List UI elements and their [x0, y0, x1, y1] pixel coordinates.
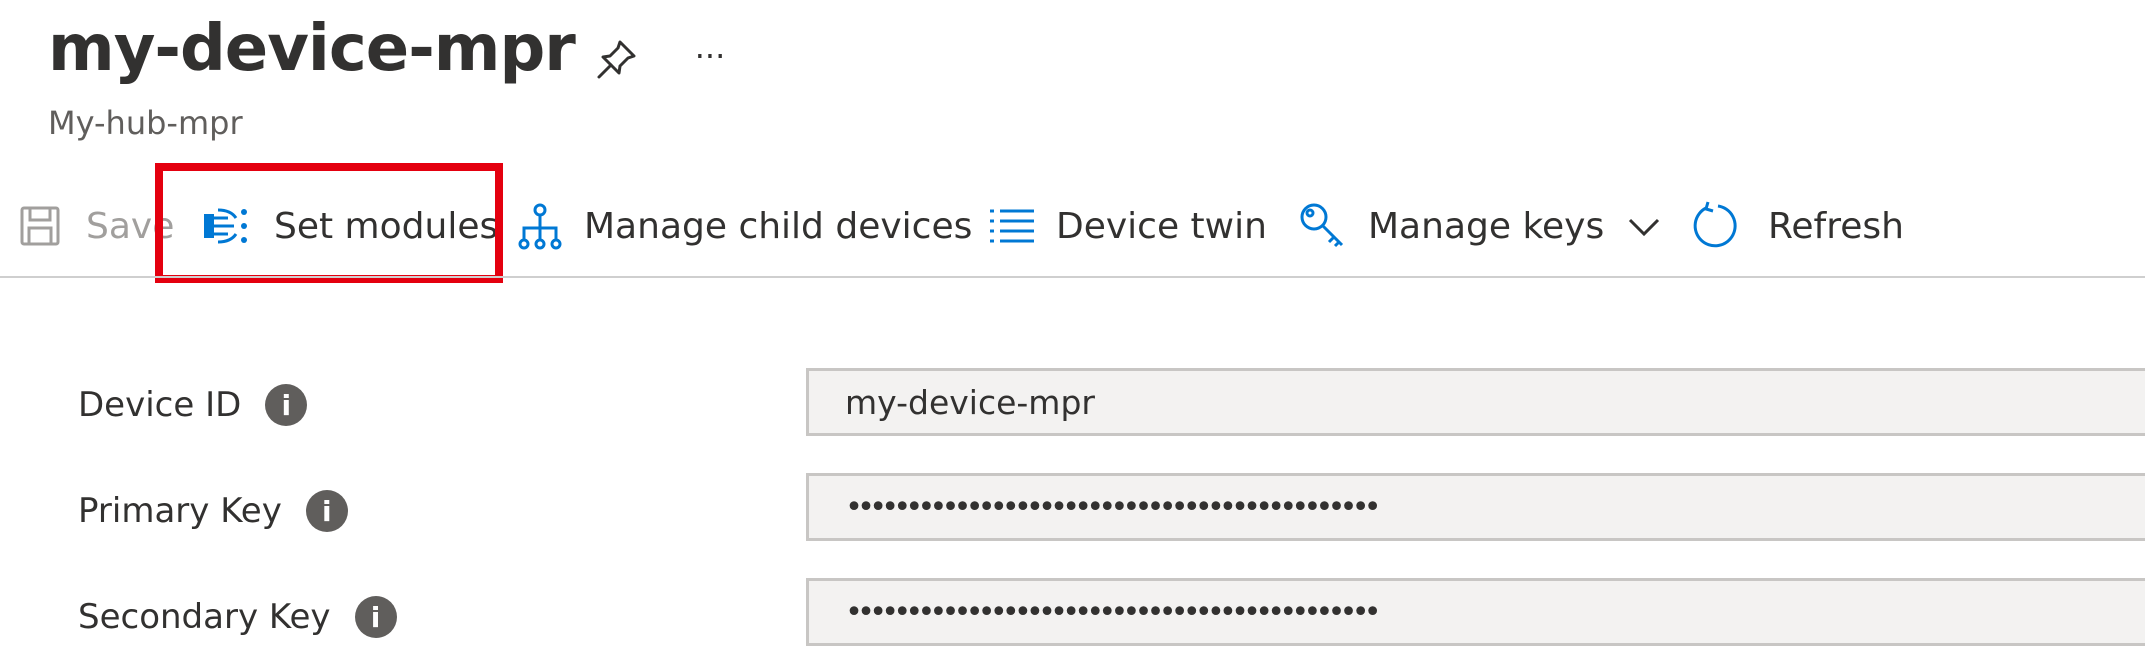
info-icon[interactable]: i — [265, 384, 308, 426]
secondary-key-label-row: Secondary Key i — [78, 596, 397, 638]
device-id-label-row: Device ID i — [78, 384, 308, 426]
device-twin-button[interactable]: Device twin — [988, 192, 1267, 260]
hierarchy-icon — [518, 203, 562, 250]
info-icon[interactable]: i — [305, 490, 348, 532]
manage-child-devices-label: Manage child devices — [584, 205, 973, 247]
primary-key-field[interactable]: ••••••••••••••••••••••••••••••••••••••••… — [806, 473, 2145, 541]
secondary-key-label: Secondary Key — [78, 597, 331, 637]
set-modules-icon — [204, 208, 247, 244]
save-button[interactable]: Save — [20, 192, 174, 260]
list-icon — [990, 209, 1034, 243]
secondary-key-field[interactable]: ••••••••••••••••••••••••••••••••••••••••… — [806, 578, 2145, 646]
page-title: my-device-mpr — [48, 12, 576, 86]
primary-key-label: Primary Key — [78, 491, 282, 531]
set-modules-button[interactable]: Set modules — [202, 192, 498, 260]
device-id-label: Device ID — [78, 385, 242, 425]
toolbar-divider — [0, 276, 2145, 278]
device-id-field[interactable]: my-device-mpr — [806, 368, 2145, 436]
manage-keys-label: Manage keys — [1368, 205, 1605, 247]
refresh-icon — [1693, 201, 1737, 248]
key-icon — [1300, 203, 1344, 248]
info-icon[interactable]: i — [354, 596, 397, 638]
set-modules-label: Set modules — [274, 205, 499, 247]
manage-child-devices-button[interactable]: Manage child devices — [516, 192, 972, 260]
save-label: Save — [86, 205, 175, 247]
save-icon — [20, 206, 60, 246]
hub-name: My-hub-mpr — [48, 104, 243, 142]
manage-keys-button[interactable]: Manage keys — [1298, 192, 1662, 260]
refresh-button[interactable]: Refresh — [1690, 192, 1904, 260]
pin-icon[interactable] — [592, 36, 640, 84]
device-twin-label: Device twin — [1056, 205, 1267, 247]
more-icon: ··· — [694, 37, 726, 75]
chevron-down-icon — [1629, 218, 1660, 237]
primary-key-label-row: Primary Key i — [78, 490, 348, 532]
refresh-label: Refresh — [1768, 205, 1904, 247]
more-options-button[interactable]: ··· — [688, 34, 732, 78]
